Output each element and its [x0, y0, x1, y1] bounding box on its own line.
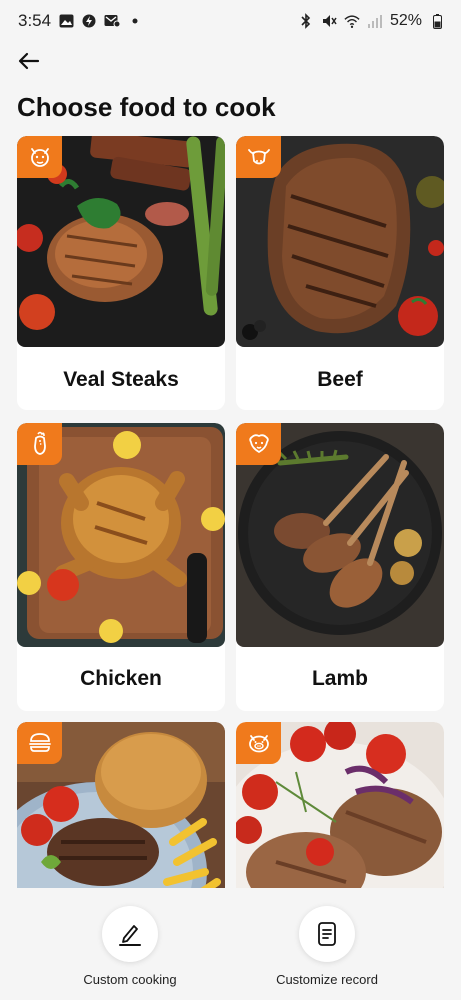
app-notification-icon [81, 13, 97, 29]
page-title: Choose food to cook [17, 92, 276, 122]
customize-record-button[interactable]: Customize record [247, 906, 407, 987]
veal-icon [30, 148, 49, 167]
food-label: Lamb [311, 667, 368, 690]
status-time: 3:54 [18, 11, 52, 30]
food-card-burger[interactable] [17, 722, 225, 888]
food-label: Beef [317, 368, 363, 391]
battery-icon [429, 13, 445, 29]
food-label: Veal Steaks [63, 368, 179, 391]
custom-cooking-label: Custom cooking [83, 972, 177, 987]
customize-record-circle[interactable] [299, 906, 355, 962]
back-arrow-icon [18, 52, 40, 70]
mute-icon [321, 13, 337, 29]
veal-badge [17, 136, 62, 178]
bluetooth-icon [298, 13, 314, 29]
wifi-icon [344, 13, 360, 29]
customize-record-label: Customize record [276, 972, 378, 987]
food-label: Chicken [80, 667, 162, 690]
pig-icon [248, 735, 269, 753]
burger-badge [17, 722, 62, 764]
status-right: 52% [298, 12, 445, 30]
food-card-pork[interactable] [236, 722, 444, 888]
food-card-chicken[interactable]: Chicken [17, 423, 225, 711]
back-button[interactable] [14, 46, 44, 76]
document-icon [318, 922, 336, 946]
pork-badge [236, 722, 281, 764]
bottom-action-bar: Custom cooking Customize record [0, 888, 461, 1000]
cow-icon [247, 149, 270, 165]
status-left: 3:54 [18, 11, 143, 31]
gallery-icon [58, 13, 74, 29]
dot-icon [127, 13, 143, 29]
message-icon [104, 13, 121, 29]
beef-badge [236, 136, 281, 178]
burger-icon [28, 733, 51, 752]
signal-icon [367, 13, 383, 29]
battery-percent: 52% [389, 12, 422, 29]
custom-cooking-circle[interactable] [102, 906, 158, 962]
food-card-beef[interactable]: Beef [236, 136, 444, 410]
chicken-badge [17, 423, 62, 465]
pencil-icon [119, 925, 141, 946]
sheep-icon [248, 434, 269, 454]
food-card-lamb[interactable]: Lamb [236, 423, 444, 711]
chicken-icon [33, 431, 46, 455]
custom-cooking-button[interactable]: Custom cooking [50, 906, 210, 987]
food-grid: Veal Steaks Beef Chicken Lamb [17, 136, 445, 888]
status-bar: 3:54 52% [0, 0, 461, 42]
lamb-badge [236, 423, 281, 465]
food-card-veal-steaks[interactable]: Veal Steaks [17, 136, 225, 410]
